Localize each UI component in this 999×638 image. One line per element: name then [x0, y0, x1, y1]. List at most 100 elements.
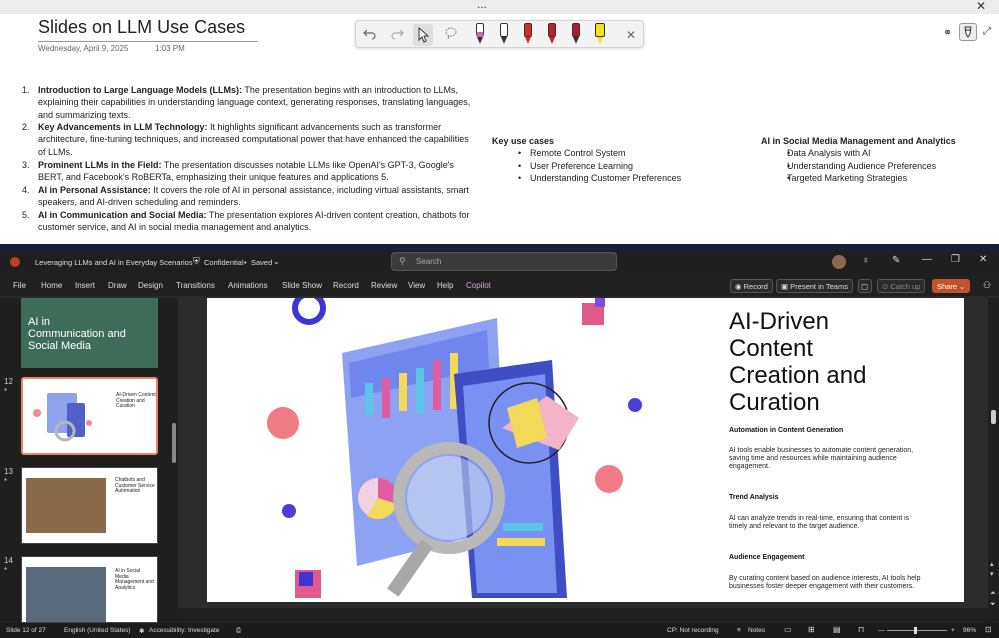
tab-home[interactable]: Home	[41, 281, 62, 290]
catch-up-button[interactable]: ⊙ Catch up	[877, 279, 926, 293]
highlighter-icon[interactable]	[594, 23, 606, 45]
save-status[interactable]: Saved	[251, 258, 272, 267]
list-item[interactable]: Prominent LLMs in the Field: The present…	[38, 159, 478, 184]
minimize-icon[interactable]: —	[922, 254, 932, 265]
zoom-in-icon[interactable]: +	[951, 627, 955, 634]
close-icon[interactable]: ✕	[979, 254, 987, 265]
scroll-thumb[interactable]	[172, 423, 176, 463]
lightbulb-icon[interactable]: ♁	[862, 255, 870, 266]
list-item[interactable]: AI in Communication and Social Media: Th…	[38, 209, 478, 234]
section-body[interactable]: AI can analyze trends in real-time, ensu…	[729, 515, 929, 531]
maximize-icon[interactable]: ❐	[951, 254, 960, 265]
tab-file[interactable]: File	[13, 281, 26, 290]
tab-copilot[interactable]: Copilot	[466, 281, 491, 290]
document-title[interactable]: Leveraging LLMs and AI in Everyday Scena…	[35, 258, 193, 267]
next-slide-icon[interactable]: ⏷	[990, 601, 996, 609]
slide-thumbnail[interactable]: AI in Social Media Management and Analyt…	[21, 556, 158, 623]
list-item[interactable]: Remote Control System	[492, 147, 681, 160]
sensitivity-icon[interactable]: ⎙	[236, 627, 241, 635]
tab-help[interactable]: Help	[437, 281, 453, 290]
tab-draw[interactable]: Draw	[108, 281, 127, 290]
tab-insert[interactable]: Insert	[75, 281, 95, 290]
list-item[interactable]: Understanding Audience Preferences	[761, 160, 956, 173]
list-item[interactable]: Data Analysis with AI	[761, 147, 956, 160]
page-title[interactable]: Slides on LLM Use Cases	[38, 17, 258, 42]
pen-3-icon[interactable]	[522, 23, 534, 45]
tab-design[interactable]: Design	[138, 281, 163, 290]
pen-icon[interactable]: ✎	[892, 255, 900, 266]
select-cursor-icon[interactable]	[413, 24, 433, 46]
list-number: 3.	[22, 160, 30, 170]
slide-title[interactable]: AI-Driven Content Creation and Curation	[729, 308, 929, 416]
section-heading[interactable]: Audience Engagement	[729, 554, 804, 561]
recording-status[interactable]: CP: Not recording	[667, 627, 719, 634]
tab-review[interactable]: Review	[371, 281, 397, 290]
pen-5-icon[interactable]	[570, 23, 582, 45]
key-use-cases-heading[interactable]: Key use cases	[492, 135, 681, 147]
list-item[interactable]: User Preference Learning	[492, 160, 681, 173]
onenote-window: ... ✕ Slides on LLM Use Cases Wednesday,…	[0, 0, 999, 244]
tab-animations[interactable]: Animations	[228, 281, 268, 290]
lasso-icon[interactable]	[442, 26, 460, 44]
accessibility-status[interactable]: Accessibility: Investigate	[149, 627, 219, 634]
share-button[interactable]: Share ⌄	[932, 279, 971, 293]
undo-icon[interactable]	[361, 26, 379, 44]
fit-to-window-icon[interactable]: ⊡	[985, 625, 992, 634]
section-body[interactable]: AI tools enable businesses to automate c…	[729, 447, 929, 471]
scroll-thumb[interactable]	[991, 410, 996, 424]
slide-sorter-icon[interactable]: ⊞	[808, 625, 815, 634]
list-item[interactable]: Understanding Customer Preferences	[492, 172, 681, 185]
slide-counter[interactable]: Slide 12 of 27	[6, 627, 46, 634]
previous-slide-icon[interactable]: ⏶	[990, 590, 996, 598]
slide-thumbnails[interactable]: AI in Communication and Social Media 12 …	[0, 298, 178, 623]
search-box[interactable]: ⚲ Search	[391, 252, 617, 271]
list-item[interactable]: Key Advancements in LLM Technology: It h…	[38, 121, 478, 158]
chevron-down-icon[interactable]: ⌄	[273, 257, 280, 266]
present-in-teams-button[interactable]: ▣ Present in Teams	[776, 279, 853, 293]
scroll-down-icon[interactable]: ▾	[990, 570, 994, 578]
zoom-slider-thumb[interactable]	[914, 627, 917, 634]
current-slide[interactable]: AI-Driven Content Creation and Curation …	[207, 298, 964, 602]
close-toolbar-icon[interactable]: ✕	[622, 26, 640, 44]
section-heading[interactable]: Automation in Content Generation	[729, 427, 843, 434]
record-button[interactable]: ◉ Record	[730, 279, 773, 293]
notes-button[interactable]: Notes	[748, 627, 765, 634]
zoom-slider[interactable]	[887, 630, 947, 631]
reading-view-icon[interactable]: ▤	[833, 625, 841, 634]
slide-thumbnail-selected[interactable]: AI-Driven Content Creation and Curation	[21, 377, 158, 455]
normal-view-icon[interactable]: ▭	[784, 625, 792, 634]
sensitivity-label[interactable]: Confidential	[204, 258, 244, 267]
expand-icon[interactable]: ⤢	[983, 26, 991, 37]
thumbnail-scrollbar[interactable]	[171, 298, 177, 623]
slide-thumbnail[interactable]: Chatbots and Customer Service Automation	[21, 467, 158, 544]
tab-view[interactable]: View	[408, 281, 425, 290]
social-media-heading[interactable]: AI in Social Media Management and Analyt…	[761, 135, 956, 147]
vertical-scrollbar[interactable]: ▴ ▾ ⏶ ⏷	[988, 298, 999, 623]
zoom-level[interactable]: 96%	[963, 627, 976, 634]
close-icon[interactable]: ✕	[976, 0, 986, 13]
list-item[interactable]: Introduction to Large Language Models (L…	[38, 84, 478, 121]
comments-icon[interactable]: ▢	[858, 279, 872, 293]
tab-slide-show[interactable]: Slide Show	[282, 281, 322, 290]
language-indicator[interactable]: English (United States)	[64, 627, 130, 634]
link-icon[interactable]: ⚭	[943, 26, 952, 39]
draw-mode-icon[interactable]	[959, 23, 977, 41]
pen-1-icon[interactable]	[474, 23, 486, 45]
people-icon[interactable]: ⚇	[983, 280, 991, 291]
accessibility-icon: ✱	[139, 628, 145, 635]
pen-4-icon[interactable]	[546, 23, 558, 45]
slide-thumbnail[interactable]: AI in Communication and Social Media	[21, 298, 158, 368]
section-body[interactable]: By curating content based on audience in…	[729, 575, 929, 591]
zoom-out-icon[interactable]: —	[878, 627, 885, 634]
avatar[interactable]	[832, 255, 846, 269]
section-heading[interactable]: Trend Analysis	[729, 494, 779, 501]
tab-transitions[interactable]: Transitions	[176, 281, 215, 290]
slideshow-icon[interactable]: ⊓	[858, 625, 864, 634]
scroll-up-icon[interactable]: ▴	[990, 560, 994, 568]
tab-record[interactable]: Record	[333, 281, 359, 290]
list-item[interactable]: AI in Personal Assistance: It covers the…	[38, 184, 478, 209]
titlebar-grip[interactable]: ...	[477, 0, 487, 11]
redo-icon[interactable]	[388, 26, 406, 44]
pen-2-icon[interactable]	[498, 23, 510, 45]
list-item[interactable]: Targeted Marketing Strategies	[761, 172, 956, 185]
